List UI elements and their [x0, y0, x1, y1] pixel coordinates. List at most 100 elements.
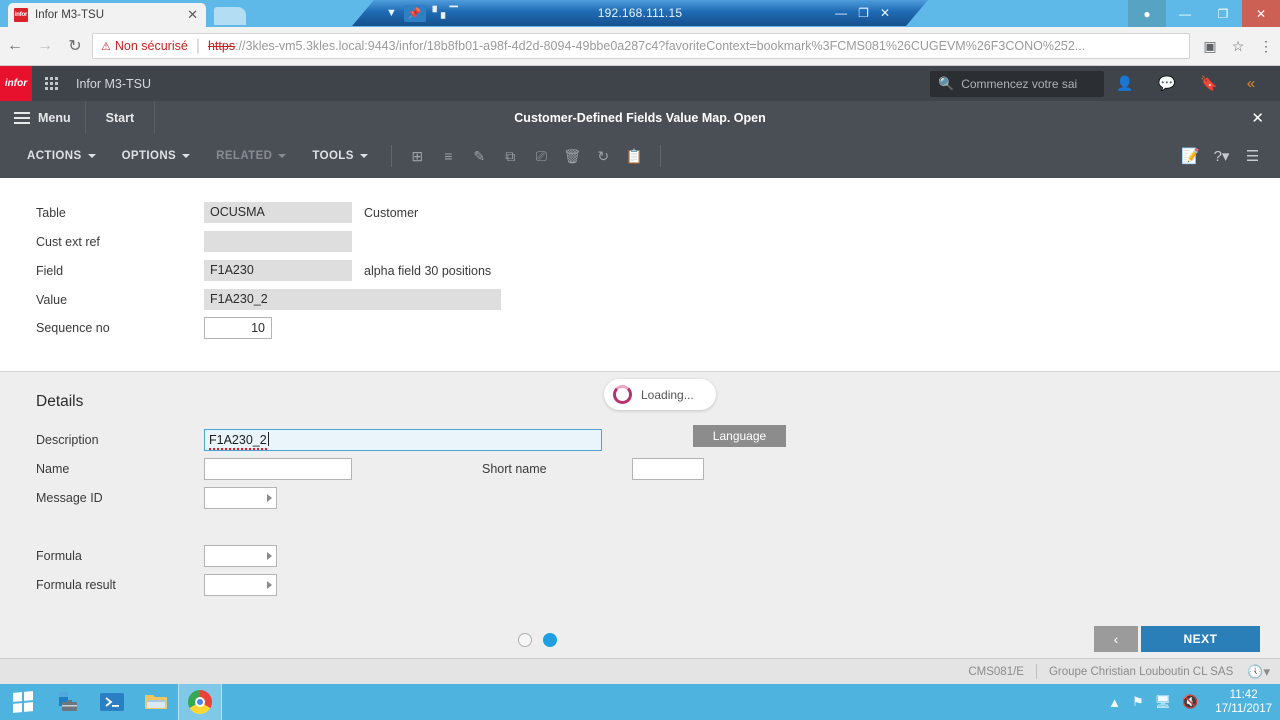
formula-input[interactable]: [204, 544, 277, 567]
powershell-glyph: [100, 693, 124, 711]
name-label: Name: [36, 461, 70, 476]
url-rest: ://3kles-vm5.3kles.local:9443/infor/18b8…: [235, 39, 1086, 53]
action-center-flag-icon[interactable]: ⚑: [1132, 694, 1144, 710]
description-input[interactable]: F1A230_2: [204, 428, 602, 451]
not-secure-label: Non sécurisé: [114, 39, 188, 53]
chevron-down-icon: [359, 154, 368, 158]
formula-label: Formula: [36, 548, 82, 563]
field-description: alpha field 30 positions: [364, 263, 492, 278]
loading-indicator: Loading...: [604, 379, 716, 410]
message-id-label: Message ID: [36, 490, 103, 505]
page-dot-2[interactable]: [543, 633, 557, 647]
clock-icon[interactable]: 🕔▾: [1247, 664, 1270, 680]
windows-taskbar: ▲ ⚑ 🖥 🔇 11:42 17/11/2017: [0, 684, 1280, 720]
actions-menu-label: ACTIONS: [27, 150, 82, 162]
field-row-message-id: Message ID: [36, 486, 277, 509]
duplicate-icon[interactable]: ⎚: [526, 148, 557, 165]
field-row-cust-ext-ref: Cust ext ref: [36, 231, 352, 252]
refresh-icon[interactable]: ↻: [588, 148, 619, 165]
taskbar-clock[interactable]: 11:42 17/11/2017: [1209, 688, 1272, 716]
powershell-icon[interactable]: [90, 686, 134, 718]
rdp-restore-button[interactable]: ❐: [858, 6, 869, 20]
back-icon[interactable]: ←: [0, 37, 30, 55]
tools-menu[interactable]: TOOLS: [299, 150, 380, 162]
options-menu[interactable]: OPTIONS: [109, 150, 204, 162]
add-icon[interactable]: ⊞: [402, 148, 433, 165]
details-heading: Details: [36, 393, 84, 410]
url-scheme: https: [207, 39, 236, 53]
chrome-maximize-button[interactable]: ❐: [1204, 0, 1242, 27]
user-icon[interactable]: 👤: [1104, 75, 1146, 92]
clipboard-icon[interactable]: 📋: [619, 148, 650, 165]
table-input[interactable]: OCUSMA: [204, 202, 352, 223]
bookmark-icon[interactable]: 🔖: [1188, 75, 1230, 92]
collapse-panel-icon[interactable]: «: [1230, 75, 1272, 92]
sequence-no-input[interactable]: 10: [204, 316, 272, 339]
status-bar: CMS081/E Groupe Christian Louboutin CL S…: [0, 658, 1280, 684]
message-id-input[interactable]: [204, 486, 277, 509]
field-row-description: Description F1A230_2: [36, 428, 602, 451]
name-input[interactable]: [204, 457, 352, 480]
app-grid-icon[interactable]: [32, 77, 70, 90]
infor-logo[interactable]: infor: [0, 66, 32, 101]
address-divider: |: [195, 37, 200, 54]
rdp-minimize-button[interactable]: —: [835, 6, 847, 20]
status-company-name: Groupe Christian Louboutin CL SAS: [1048, 665, 1234, 678]
formula-result-input[interactable]: [204, 573, 277, 596]
reload-icon[interactable]: ↻: [60, 36, 90, 56]
description-value: F1A230_2: [209, 432, 267, 450]
details-section: Details Description F1A230_2 Name Short …: [0, 371, 1280, 658]
chrome-profile-icon[interactable]: ●: [1128, 0, 1166, 27]
hamburger-menu-icon[interactable]: ☰: [1237, 147, 1268, 165]
network-icon[interactable]: 🖥: [1155, 694, 1172, 710]
chrome-menu-icon[interactable]: ⋮: [1252, 38, 1280, 55]
options-menu-label: OPTIONS: [121, 150, 177, 162]
field-label: Field: [36, 263, 64, 278]
chrome-close-button[interactable]: ✕: [1242, 0, 1280, 27]
cust-ext-ref-input[interactable]: [204, 231, 352, 252]
field-row-sequence-no: Sequence no 10: [36, 316, 272, 339]
bookmark-star-icon[interactable]: ☆: [1224, 38, 1252, 55]
clock-date: 17/11/2017: [1215, 703, 1272, 715]
windows-start-icon[interactable]: [0, 684, 46, 720]
search-input[interactable]: 🔍 Commencez votre sai: [930, 70, 1104, 97]
short-name-label: Short name: [482, 461, 547, 476]
close-form-icon[interactable]: ✕: [1251, 109, 1280, 127]
close-tab-icon[interactable]: ✕: [185, 7, 200, 23]
next-button[interactable]: NEXT: [1141, 626, 1260, 652]
show-hidden-icons-icon[interactable]: ▲: [1108, 695, 1121, 710]
dropdown-arrow-icon: [267, 580, 272, 589]
field-row-formula-result: Formula result: [36, 573, 277, 596]
field-input[interactable]: F1A230: [204, 260, 352, 281]
select-list-icon[interactable]: ≡: [433, 148, 464, 164]
chrome-icon[interactable]: [178, 684, 222, 720]
copy-icon[interactable]: ⧉: [495, 148, 526, 165]
page-dot-1[interactable]: [518, 633, 532, 647]
browser-tab[interactable]: infor Infor M3-TSU ✕: [8, 3, 206, 27]
file-explorer-icon[interactable]: [134, 686, 178, 718]
toolbar-divider: [659, 145, 661, 167]
address-bar[interactable]: ⚠ Non sécurisé | https://3kles-vm5.3kles…: [92, 33, 1190, 59]
translate-icon[interactable]: ▣: [1196, 38, 1224, 55]
help-icon[interactable]: ?▾: [1206, 147, 1237, 165]
status-program-id: CMS081/E: [968, 665, 1024, 678]
delete-trash-icon[interactable]: 🗑: [557, 148, 588, 165]
forward-icon[interactable]: →: [30, 37, 60, 55]
server-manager-icon[interactable]: [46, 686, 90, 718]
app-name-label: Infor M3-TSU: [76, 76, 152, 91]
chat-icon[interactable]: 💬: [1146, 75, 1188, 92]
note-edit-icon[interactable]: 📝: [1175, 147, 1206, 165]
edit-pencil-icon[interactable]: ✎: [464, 148, 495, 165]
chrome-glyph: [188, 690, 212, 714]
rdp-close-button[interactable]: ✕: [880, 6, 890, 20]
actions-menu[interactable]: ACTIONS: [14, 150, 109, 162]
dropdown-arrow-icon: [267, 493, 272, 502]
language-button[interactable]: Language: [693, 425, 786, 447]
value-input[interactable]: F1A230_2: [204, 289, 501, 310]
short-name-input[interactable]: [632, 457, 704, 480]
previous-button[interactable]: ‹: [1094, 626, 1138, 652]
status-divider: [1035, 664, 1037, 679]
new-tab-button[interactable]: [214, 7, 246, 25]
chrome-minimize-button[interactable]: —: [1166, 0, 1204, 27]
volume-muted-icon[interactable]: 🔇: [1182, 694, 1198, 710]
